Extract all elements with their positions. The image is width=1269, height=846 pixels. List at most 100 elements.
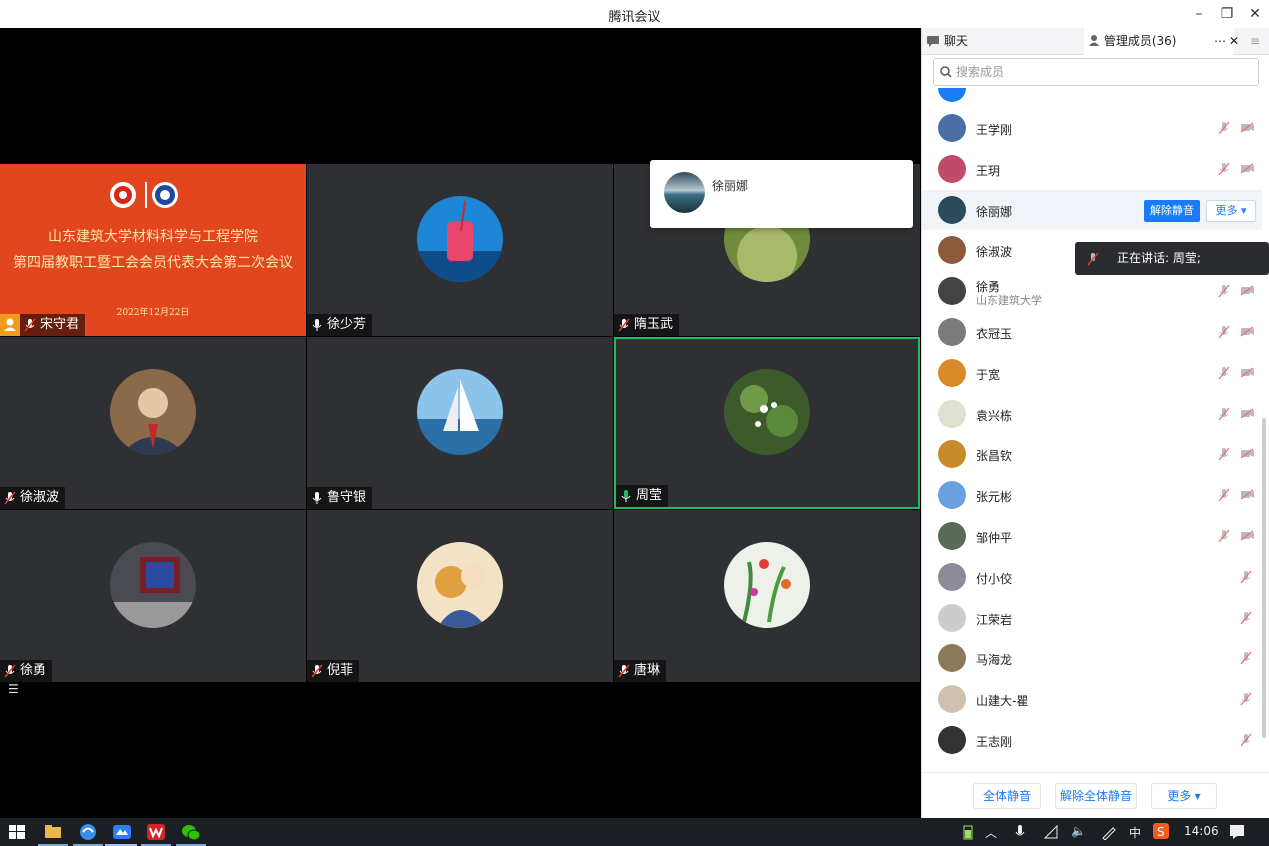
list-item[interactable]: 王玥: [922, 149, 1262, 189]
avatar: [110, 542, 196, 628]
notification-icon[interactable]: [1229, 824, 1245, 840]
wechat-icon[interactable]: [181, 822, 201, 842]
unmute-member-button[interactable]: 解除静音: [1144, 199, 1200, 222]
network-icon[interactable]: [1044, 825, 1058, 839]
list-item[interactable]: 于宽: [922, 353, 1262, 393]
mic-muted-icon[interactable]: [1218, 488, 1230, 502]
participant-name: 徐少芳: [327, 317, 367, 332]
video-grid: 山东建筑大学材料科学与工程学院 第四届教职工暨工会会员代表大会第二次会议 202…: [0, 28, 921, 818]
list-item[interactable]: 马海龙: [922, 638, 1262, 678]
member-name: 山建大-瞿: [976, 694, 1029, 709]
mic-muted-icon[interactable]: [1218, 366, 1230, 380]
mic-muted-icon[interactable]: [1218, 325, 1230, 339]
mic-muted-icon: [618, 318, 630, 332]
banner-line1: 山东建筑大学材料科学与工程学院: [48, 229, 258, 245]
list-item[interactable]: 付小佼: [922, 557, 1262, 597]
close-panel-icon[interactable]: ✕: [1229, 28, 1239, 55]
clock[interactable]: 14:06: [1184, 824, 1219, 838]
camera-off-icon[interactable]: [1240, 285, 1255, 296]
tencent-meeting-icon[interactable]: [112, 822, 132, 842]
list-item[interactable]: 山建大-瞿: [922, 679, 1262, 719]
member-avatar: [938, 522, 966, 550]
mic-muted-icon[interactable]: [1240, 692, 1252, 706]
pen-icon[interactable]: [1101, 824, 1117, 840]
list-item[interactable]: 王志刚: [922, 720, 1262, 760]
mic-muted-icon[interactable]: [1218, 121, 1230, 135]
participant-popup: 徐丽娜: [650, 160, 913, 228]
mic-muted-icon[interactable]: [1240, 611, 1252, 625]
mic-muted-icon[interactable]: [1240, 733, 1252, 747]
name-tag: 倪菲: [307, 660, 360, 682]
mic-muted-icon[interactable]: [1240, 570, 1252, 584]
mic-muted-icon[interactable]: [1218, 162, 1230, 176]
video-tile-xushaofang[interactable]: 徐少芳: [307, 164, 613, 336]
video-tile-xuyong[interactable]: 徐勇: [0, 510, 306, 682]
list-item[interactable]: 袁兴栋: [922, 394, 1262, 434]
video-tile-songshoujun[interactable]: 山东建筑大学材料科学与工程学院 第四届教职工暨工会会员代表大会第二次会议 202…: [0, 164, 306, 336]
list-item[interactable]: 江荣岩: [922, 598, 1262, 638]
list-item[interactable]: 张昌钦: [922, 434, 1262, 474]
restore-button[interactable]: ❐: [1217, 4, 1237, 24]
scrollbar[interactable]: [1262, 418, 1266, 738]
list-item[interactable]: 徐丽娜 解除静音 更多 ▾: [922, 189, 1262, 230]
tab-members[interactable]: 管理成员(36) ⋯ ✕: [1084, 28, 1239, 55]
volume-icon[interactable]: 🔈: [1071, 824, 1086, 838]
member-name: 于宽: [976, 367, 1001, 382]
speaking-text: 正在讲话: 周莹;: [1117, 251, 1201, 265]
chevron-up-icon[interactable]: ︿: [985, 824, 997, 841]
mic-muted-icon[interactable]: [1218, 284, 1230, 298]
list-item[interactable]: 徐勇 山东建筑大学: [922, 271, 1262, 311]
camera-off-icon[interactable]: [1240, 408, 1255, 419]
close-button[interactable]: ✕: [1245, 4, 1265, 24]
tab-chat[interactable]: 聊天: [926, 28, 1076, 55]
list-item[interactable]: 邹仲平: [922, 516, 1262, 556]
mute-all-button[interactable]: 全体静音: [973, 783, 1041, 809]
panel-menu-icon[interactable]: ≡: [1250, 28, 1266, 55]
list-item[interactable]: [922, 88, 1262, 108]
unmute-all-button[interactable]: 解除全体静音: [1055, 783, 1137, 809]
more-options-icon[interactable]: ⋯: [1214, 28, 1226, 55]
video-tile-zhouying[interactable]: 周莹: [614, 337, 920, 509]
camera-off-icon[interactable]: [1240, 367, 1255, 378]
video-tile-lushouyin[interactable]: 鲁守银: [307, 337, 613, 509]
footer-more-button[interactable]: 更多 ▾: [1151, 783, 1217, 809]
mic-muted-icon[interactable]: [1240, 651, 1252, 665]
member-list: 王学刚 王玥 徐丽娜 解除静音 更多 ▾ 徐淑波 徐勇 山东建筑大学 衣冠玉 于宽 袁兴栋 张昌钦 张元…: [922, 88, 1262, 772]
name-tag: 周莹: [616, 485, 669, 507]
ime-indicator[interactable]: 中: [1129, 824, 1141, 841]
avatar: [417, 369, 503, 455]
camera-off-icon[interactable]: [1240, 530, 1255, 541]
member-avatar: [938, 562, 966, 591]
battery-icon[interactable]: [963, 824, 973, 840]
minimize-button[interactable]: –: [1189, 4, 1209, 24]
browser-icon[interactable]: [78, 822, 98, 842]
wps-icon[interactable]: [146, 822, 166, 842]
mic-muted-icon[interactable]: [1218, 407, 1230, 421]
video-tile-xushubo[interactable]: 徐淑波: [0, 337, 306, 509]
video-tile-nifei[interactable]: 倪菲: [307, 510, 613, 682]
camera-off-icon[interactable]: [1240, 163, 1255, 174]
file-explorer-icon[interactable]: [43, 822, 63, 842]
video-tile-tanglin[interactable]: 唐琳: [614, 510, 920, 682]
microphone-tray-icon[interactable]: [1014, 824, 1026, 840]
list-view-icon[interactable]: ☰: [8, 682, 19, 696]
camera-off-icon[interactable]: [1240, 448, 1255, 459]
search-placeholder: 搜索成员: [956, 65, 1005, 79]
camera-off-icon[interactable]: [1240, 122, 1255, 133]
list-item[interactable]: 张元彬: [922, 475, 1262, 515]
name-tag: 隋玉武: [614, 314, 680, 336]
member-search-input[interactable]: 搜索成员: [933, 58, 1259, 86]
list-item[interactable]: 衣冠玉: [922, 312, 1262, 352]
member-more-button[interactable]: 更多 ▾: [1206, 199, 1256, 222]
user-icon: [1089, 35, 1099, 46]
mic-muted-icon[interactable]: [1218, 529, 1230, 543]
windows-start-icon[interactable]: [8, 822, 28, 842]
camera-off-icon[interactable]: [1240, 326, 1255, 337]
camera-off-icon[interactable]: [1240, 489, 1255, 500]
mic-muted-icon: [24, 318, 36, 332]
participant-name: 倪菲: [327, 663, 354, 678]
list-item[interactable]: 王学刚: [922, 108, 1262, 148]
mic-muted-icon[interactable]: [1218, 447, 1230, 461]
member-avatar: [938, 644, 966, 673]
sogou-input-icon[interactable]: S: [1153, 823, 1169, 839]
